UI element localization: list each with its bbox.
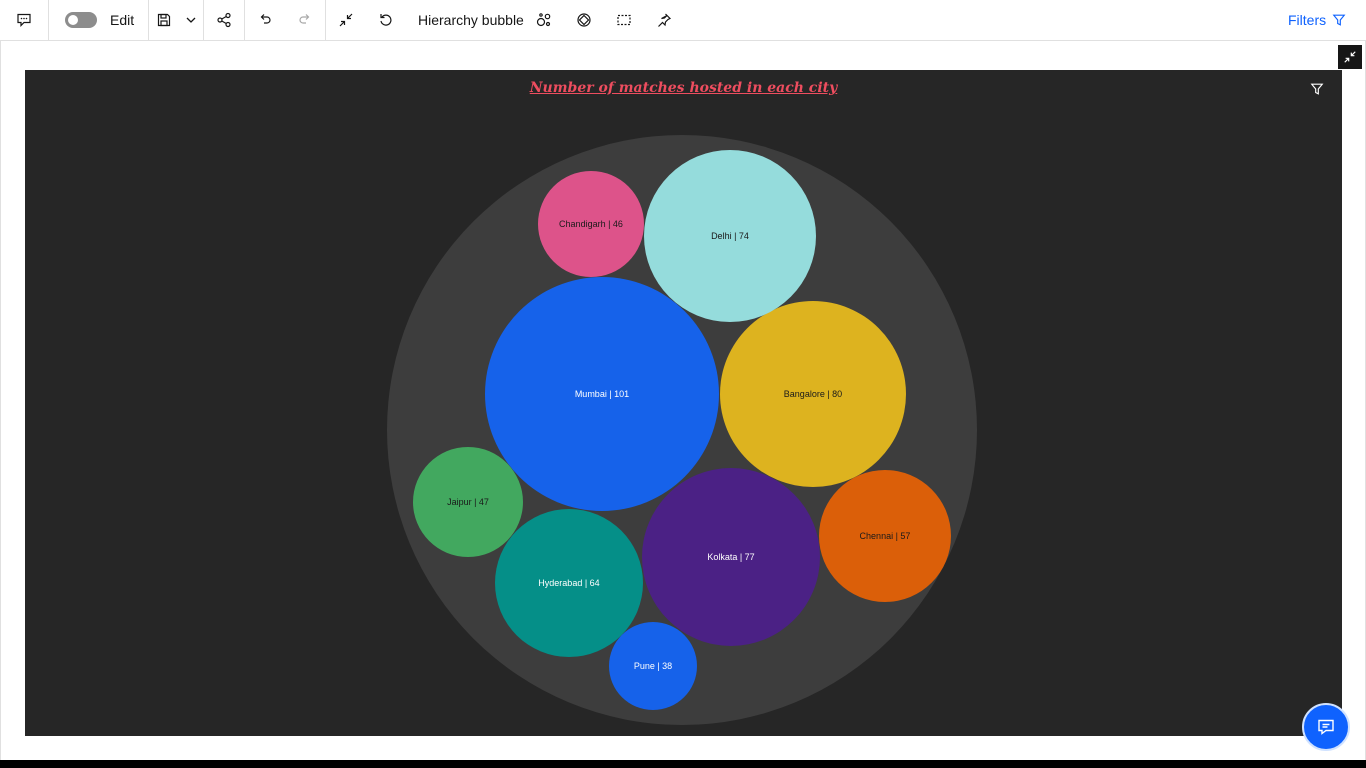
- reset-button[interactable]: [366, 0, 406, 40]
- chevron-down-icon: [186, 17, 196, 23]
- change-visualization-button[interactable]: [532, 0, 556, 40]
- chat-assistant-button[interactable]: [1302, 703, 1350, 751]
- bubble-chart-widget[interactable]: Mumbai | 101 Bangalore | 80 Kolkata | 77 De…: [25, 70, 1342, 736]
- bubble-label-kolkata: Kolkata | 77: [707, 552, 754, 562]
- save-button[interactable]: [150, 0, 178, 40]
- toolbar-divider: [48, 0, 49, 40]
- explore-icon: [577, 13, 591, 27]
- collapse-icon: [1344, 51, 1356, 63]
- edit-label: Edit: [110, 12, 135, 28]
- chat-icon: [1318, 719, 1334, 735]
- bubble-label-chennai: Chennai | 57: [860, 531, 911, 541]
- explore-button[interactable]: [564, 0, 604, 40]
- bubble-label-jaipur: Jaipur | 47: [447, 497, 489, 507]
- bubble-chart-plot: Mumbai | 101 Bangalore | 80 Kolkata | 77 De…: [387, 135, 977, 725]
- marquee-select-icon: [617, 14, 631, 26]
- bubble-label-chandigarh: Chandigarh | 46: [559, 219, 623, 229]
- pin-button[interactable]: [644, 0, 684, 40]
- bubble-label-mumbai: Mumbai | 101: [575, 389, 629, 399]
- toolbar-divider: [148, 0, 149, 40]
- filter-icon: [1332, 14, 1346, 26]
- bubble-label-hyderabad: Hyderabad | 64: [538, 578, 599, 588]
- bottom-bar: [0, 760, 1366, 768]
- chart-title: Number of matches hosted in each city: [529, 80, 838, 96]
- share-icon: [217, 12, 231, 28]
- filters-label: Filters: [1288, 12, 1327, 28]
- comment-button[interactable]: [0, 0, 48, 40]
- save-icon: [157, 13, 171, 27]
- redo-button[interactable]: [285, 0, 325, 40]
- toolbar: Edit Hierarchy bubble Filters: [0, 0, 1366, 41]
- comment-icon: [17, 13, 31, 27]
- share-button[interactable]: [204, 0, 244, 40]
- bubble-label-bangalore: Bangalore | 80: [784, 389, 842, 399]
- toggle-knob: [68, 15, 78, 25]
- undo-button[interactable]: [245, 0, 285, 40]
- save-options-dropdown[interactable]: [180, 0, 202, 40]
- bubble-label-delhi: Delhi | 74: [711, 231, 749, 241]
- bubble-chart-icon: [536, 13, 551, 27]
- filter-icon: [1310, 83, 1324, 95]
- collapse-view-button[interactable]: [326, 0, 366, 40]
- widget-filter-button[interactable]: [1310, 82, 1324, 96]
- select-button[interactable]: [604, 0, 644, 40]
- bubble-label-pune: Pune | 38: [634, 661, 672, 671]
- collapse-widget-button[interactable]: [1338, 45, 1362, 69]
- reset-icon: [380, 14, 392, 26]
- pin-icon: [658, 13, 672, 27]
- minimize-icon: [339, 13, 353, 27]
- filters-button[interactable]: Filters: [1288, 0, 1346, 40]
- redo-icon: [299, 14, 310, 24]
- undo-icon: [260, 14, 271, 24]
- visualization-type-label: Hierarchy bubble: [418, 12, 524, 28]
- edit-toggle[interactable]: [65, 12, 97, 28]
